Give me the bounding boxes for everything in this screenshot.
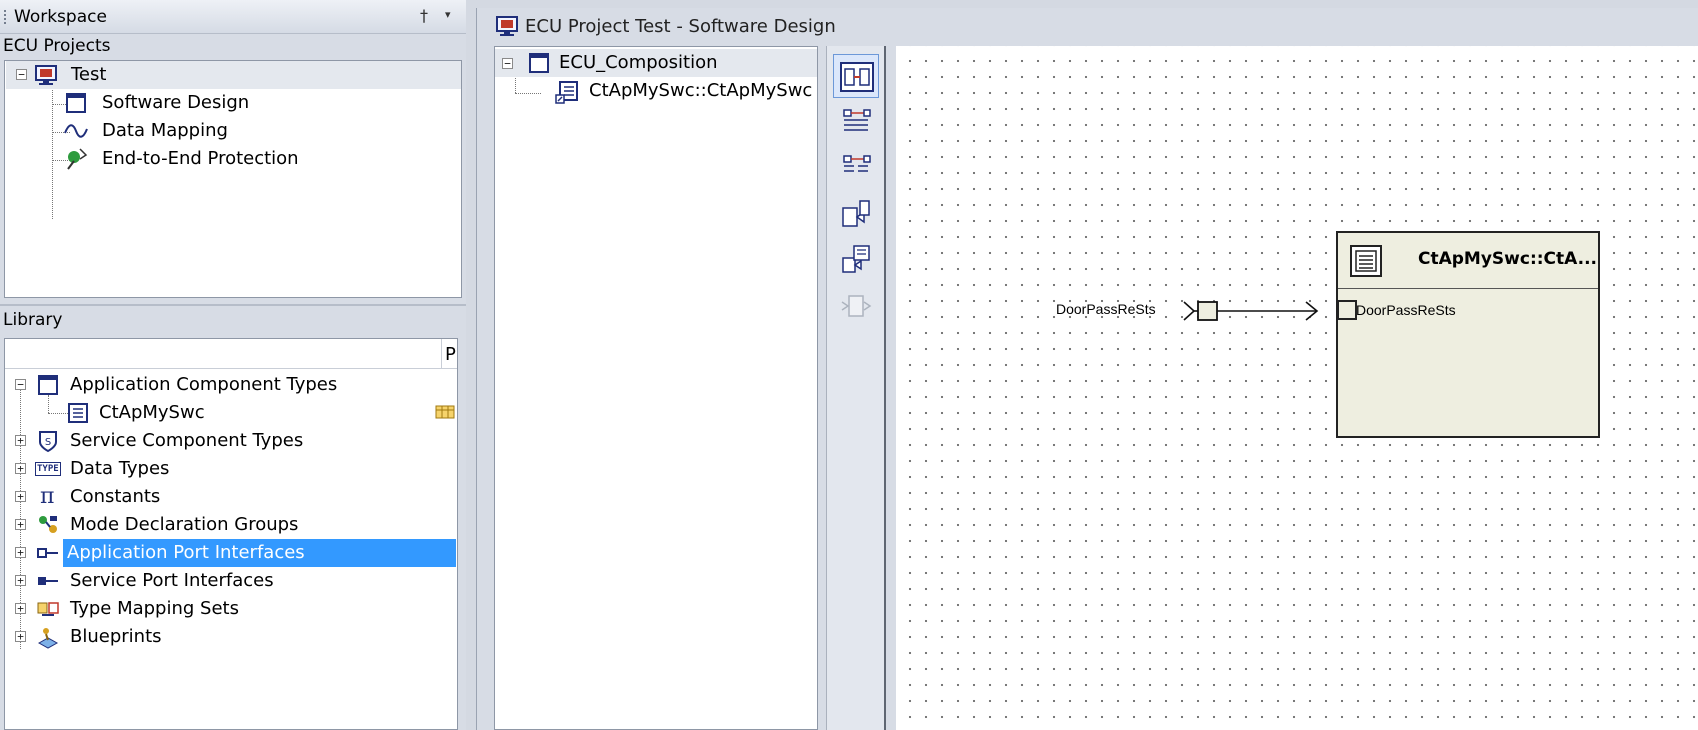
service-port-icon	[38, 577, 58, 585]
pin-icon[interactable]: †	[420, 6, 428, 25]
tree-item-label: CtApMySwc::CtApMySwc	[589, 80, 813, 101]
column-header-p[interactable]: P	[445, 344, 456, 365]
document-title: ECU Project Test - Software Design	[525, 16, 836, 37]
component-title: CtApMySwc::CtA...	[1418, 249, 1597, 269]
port-mapping-alt-button[interactable]	[833, 146, 879, 190]
tree-item-label: ECU_Composition	[559, 52, 718, 73]
tree-item-label: Type Mapping Sets	[70, 598, 239, 619]
composition-view-button[interactable]	[833, 54, 879, 98]
pane-menu-icon[interactable]: ▾	[445, 8, 451, 21]
diagram-canvas[interactable]: DoorPassReSts CtApMySwc::CtA... DoorPass…	[896, 46, 1698, 730]
expand-icon[interactable]: +	[15, 435, 26, 446]
component-ports-alt-button[interactable]	[833, 238, 879, 282]
tree-item-label: CtApMySwc	[99, 402, 205, 423]
window-icon	[529, 53, 549, 73]
library-column-header: P	[5, 339, 457, 369]
external-port-label: DoorPassReSts	[1056, 301, 1156, 317]
tree-item-label: Blueprints	[70, 626, 162, 647]
port-mapping-alt-icon	[843, 155, 871, 172]
tree-item-test[interactable]: − Test	[6, 61, 461, 89]
tree-item-label: Service Component Types	[70, 430, 304, 451]
port-mapping-icon	[843, 109, 871, 131]
port-mapping-button[interactable]	[833, 100, 879, 144]
tree-item-label: Test	[71, 64, 107, 85]
receiver-port[interactable]	[1337, 300, 1357, 320]
expand-icon[interactable]: +	[15, 575, 26, 586]
diagram-toolbar	[826, 46, 886, 730]
disabled-tool-button	[833, 284, 879, 328]
component-ports-alt-icon	[842, 245, 870, 273]
component-ports-button[interactable]	[833, 192, 879, 236]
component-instance-icon	[555, 81, 578, 104]
drag-grip-icon[interactable]	[3, 9, 7, 25]
component-port-label: DoorPassReSts	[1356, 302, 1456, 318]
window-icon	[66, 93, 86, 113]
component-icon	[68, 403, 88, 423]
type-mapping-icon	[37, 602, 59, 616]
library-label: Library	[3, 310, 63, 330]
ecu-project-icon	[496, 16, 518, 36]
library-item-application-port-interfaces[interactable]: + Application Port Interfaces	[6, 539, 456, 567]
expand-icon[interactable]: +	[15, 603, 26, 614]
window-icon	[38, 375, 58, 395]
expand-icon[interactable]: +	[15, 547, 26, 558]
composition-view-icon	[840, 62, 874, 92]
ecu-projects-tree: − Test Software Design Data Mapping End-…	[4, 60, 462, 298]
collapse-icon[interactable]: −	[16, 69, 27, 80]
workspace-pane: Workspace † ▾ ECU Projects − Test Softwa…	[0, 0, 466, 730]
data-type-icon: TYPE	[35, 462, 61, 476]
component-icon	[1350, 245, 1382, 277]
tree-item-label: End-to-End Protection	[102, 148, 299, 169]
tree-item-label: Application Component Types	[70, 374, 338, 395]
expand-icon[interactable]: +	[15, 463, 26, 474]
port-interface-icon	[37, 548, 58, 558]
table-icon	[435, 405, 455, 419]
tree-item-label: Data Types	[70, 458, 170, 479]
service-shield-icon: S	[39, 431, 57, 453]
library-item-ctapmyswc[interactable]: CtApMySwc	[6, 399, 456, 427]
tree-item-label: Mode Declaration Groups	[70, 514, 299, 535]
tree-item-label: Data Mapping	[102, 120, 228, 141]
component-prototype-ctapmyswc[interactable]: CtApMySwc::CtA... DoorPassReSts	[1336, 231, 1600, 438]
tree-item-label: Software Design	[102, 92, 250, 113]
expand-icon[interactable]: +	[15, 491, 26, 502]
component-ports-icon	[842, 200, 870, 227]
composition-tree: − ECU_Composition CtApMySwc::CtApMySwc	[494, 46, 818, 730]
expand-icon[interactable]: +	[15, 631, 26, 642]
tree-item-label: Application Port Interfaces	[63, 539, 456, 567]
collapse-icon[interactable]: −	[502, 58, 513, 69]
tree-item-ecu-composition[interactable]: − ECU_Composition	[495, 49, 817, 77]
wave-icon	[64, 124, 88, 138]
blueprint-icon	[37, 628, 59, 649]
svg-text:S: S	[45, 437, 51, 448]
ecu-projects-label: ECU Projects	[3, 36, 111, 56]
disabled-tool-icon	[841, 295, 872, 317]
workspace-title: Workspace	[14, 7, 107, 27]
workspace-header: Workspace † ▾	[0, 0, 466, 34]
expand-icon[interactable]: +	[15, 519, 26, 530]
collapse-icon[interactable]: −	[15, 379, 26, 390]
ecu-project-icon	[35, 65, 57, 85]
library-tree: P − Application Component Types CtApMySw…	[4, 338, 458, 730]
protection-icon	[67, 148, 88, 170]
pi-icon: π	[40, 484, 55, 509]
component-header: CtApMySwc::CtA...	[1338, 233, 1598, 289]
mode-icon	[39, 516, 57, 533]
tree-item-label: Constants	[70, 486, 161, 507]
tree-item-label: Service Port Interfaces	[70, 570, 274, 591]
